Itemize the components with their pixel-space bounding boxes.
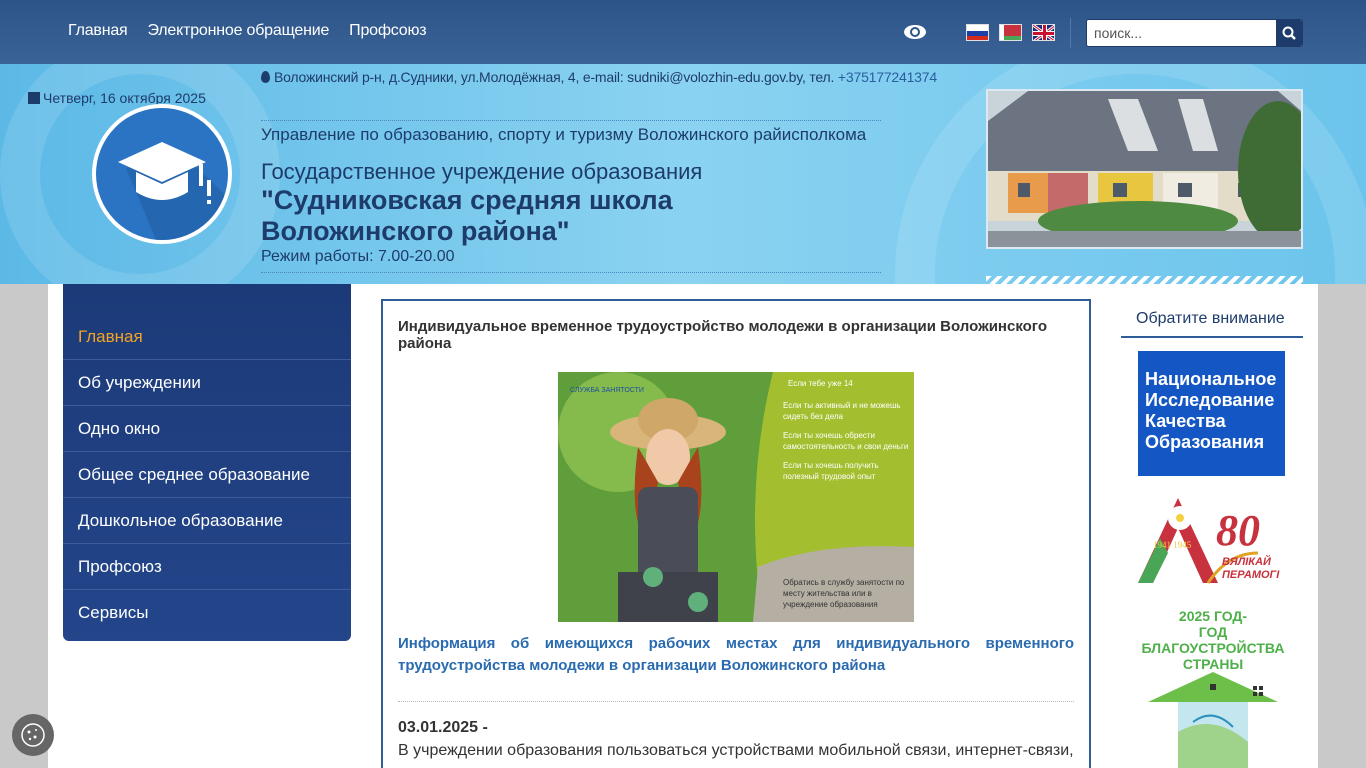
sidebar-item-services[interactable]: Сервисы [63,590,351,636]
sidebar-item-secondary-education[interactable]: Общее среднее образование [63,452,351,498]
topnav-appeal[interactable]: Электронное обращение [148,22,330,40]
news-image-brand: СЛУЖБА ЗАНЯТОСТИ [570,387,644,394]
news-image[interactable]: СЛУЖБА ЗАНЯТОСТИ Если тебе уже 14 Если т… [558,372,914,622]
flag-ru-icon[interactable] [966,24,989,41]
divider [261,120,881,121]
news-link[interactable]: Информация об имеющихся рабочих местах д… [398,633,1074,677]
flag-en-icon[interactable] [1032,24,1055,41]
year-2025-banner[interactable]: 2025 ГОД- ГОД БЛАГОУСТРОЙСТВА СТРАНЫ [1138,608,1288,768]
year-banner-line: ГОД [1198,624,1228,640]
victory-number: 80 [1216,506,1260,555]
topnav-union[interactable]: Профсоюз [349,22,426,40]
news-image-line: Если ты хочешь получить полезный трудово… [783,461,879,481]
site-header: Четверг, 16 октября 2025 Воложинский р-н… [0,64,1366,284]
department-name: Управление по образованию, спорту и тури… [261,125,867,144]
niko-banner[interactable]: Национальное Исследование Качества Образ… [1138,351,1285,476]
right-column: Обратите внимание Национальное Исследова… [1121,300,1303,768]
search-box [1086,19,1303,47]
sidebar-item-about[interactable]: Об учреждении [63,360,351,406]
niko-line: Качества [1145,411,1226,431]
year-banner-line: 2025 ГОД- [1178,608,1248,624]
eye-icon[interactable] [903,22,927,42]
victory-80-banner[interactable]: 1941 1945 80 ВЯЛІКАЙ ПЕРАМОГІ [1138,493,1288,593]
news-image-line: Если тебе уже 14 [788,379,853,388]
sidebar-menu: Главная Об учреждении Одно окно Общее ср… [63,284,351,641]
phone-link[interactable]: +375177241374 [838,69,937,85]
date-text: Четверг, 16 октября 2025 [43,90,206,106]
niko-line: Образования [1145,432,1265,452]
news-image-line: Обратись в службу занятости по месту жит… [783,578,905,609]
flag-by-icon[interactable] [999,24,1022,41]
language-switcher [966,24,1055,41]
sidebar-item-home[interactable]: Главная [63,314,351,360]
attention-heading: Обратите внимание [1121,300,1303,338]
calendar-icon [28,92,40,104]
search-button[interactable] [1276,20,1302,46]
working-hours: Режим работы: 7.00-20.00 [261,248,455,265]
decor-stripe [986,276,1303,284]
divider [398,701,1074,702]
org-type: Государственное учреждение образования [261,159,703,184]
victory-years: 1941 1945 [1153,540,1192,550]
cookie-icon [21,723,45,747]
address-text: Воложинский р-н, д.Судники, ул.Молодёжна… [274,69,835,85]
topnav-home[interactable]: Главная [68,22,128,40]
search-icon [1282,26,1296,40]
location-pin-icon [261,71,270,83]
victory-text: ПЕРАМОГІ [1222,569,1280,581]
top-nav: Главная Электронное обращение Профсоюз [68,22,427,40]
year-banner-line: БЛАГОУСТРОЙСТВА [1141,640,1285,656]
contact-line: Воложинский р-н, д.Судники, ул.Молодёжна… [261,69,937,85]
year-banner-line: СТРАНЫ [1182,656,1244,672]
sidebar-item-one-window[interactable]: Одно окно [63,406,351,452]
news-image-line: Если ты активный и не можешь сидеть без … [783,401,901,421]
news-panel: Индивидуальное временное трудоустройство… [381,299,1091,768]
school-logo[interactable] [92,104,232,244]
top-bar: Главная Электронное обращение Профсоюз [0,0,1366,64]
cookie-settings-button[interactable] [12,714,54,756]
divider [261,272,881,273]
news-text: В учреждении образования пользоваться ус… [398,742,1074,759]
sidebar-item-preschool[interactable]: Дошкольное образование [63,498,351,544]
school-building-photo [986,89,1303,249]
news-image-line: Если ты хочешь обрести самостоятельность… [783,431,909,451]
current-date: Четверг, 16 октября 2025 [28,90,206,106]
search-input[interactable] [1087,20,1277,46]
school-name: "Судниковская средняя школа Воложинского… [261,185,673,246]
niko-line: Исследование [1145,390,1275,410]
divider [1070,18,1071,48]
victory-text: ВЯЛІКАЙ [1222,555,1272,568]
niko-line: Национальное [1145,369,1277,389]
news-date: 03.01.2025 - [398,719,488,736]
news-title[interactable]: Индивидуальное временное трудоустройство… [398,318,1078,352]
sidebar-item-union[interactable]: Профсоюз [63,544,351,590]
